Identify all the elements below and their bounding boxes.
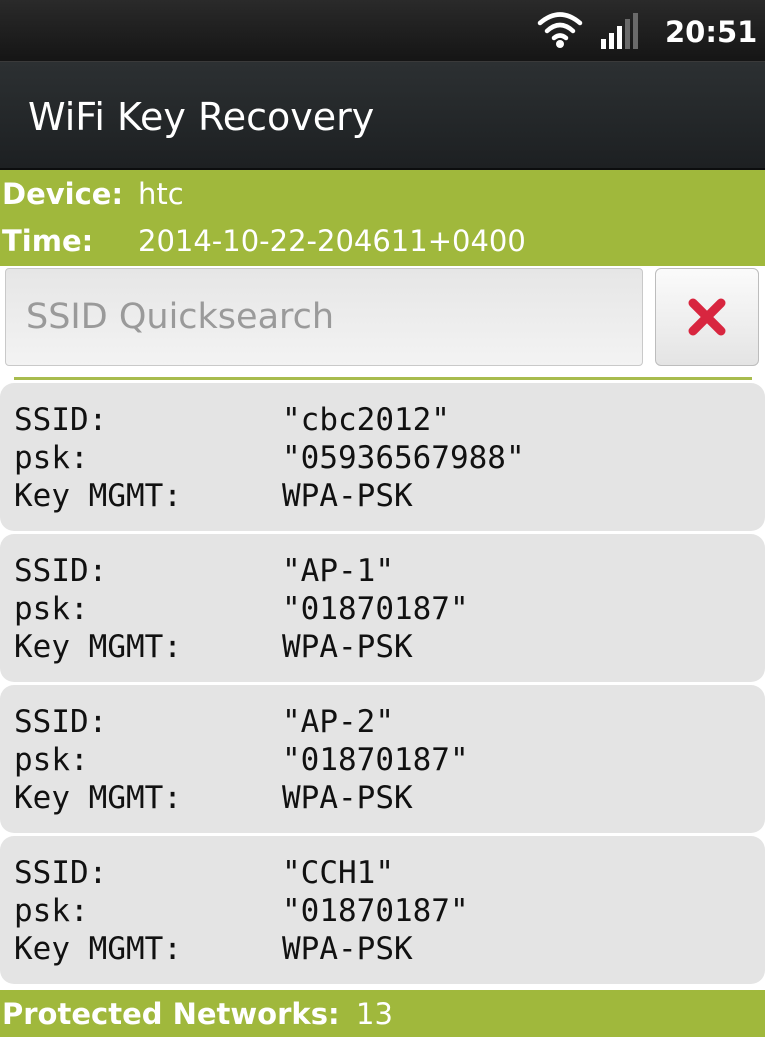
psk-value: "01870187" — [282, 742, 469, 778]
key-mgmt-value: WPA-PSK — [282, 931, 413, 967]
ssid-value: "cbc2012" — [282, 402, 450, 438]
signal-icon — [601, 13, 638, 49]
ssid-value: "AP-1" — [282, 553, 394, 589]
key-mgmt-label: Key MGMT: — [14, 931, 182, 967]
time-label: Time: — [2, 224, 94, 258]
device-value: htc — [138, 177, 184, 211]
key-mgmt-label: Key MGMT: — [14, 629, 182, 665]
psk-value: "01870187" — [282, 893, 469, 929]
clear-search-button[interactable] — [655, 268, 759, 366]
ssid-value: "CCH1" — [282, 855, 394, 891]
network-list[interactable]: SSID: "cbc2012" psk: "05936567988" Key M… — [0, 383, 765, 988]
psk-label: psk: — [14, 591, 89, 627]
wifi-icon — [537, 12, 583, 48]
time-value: 2014-10-22-204611+0400 — [138, 224, 526, 258]
psk-value: "01870187" — [282, 591, 469, 627]
status-bar: 20:51 — [0, 0, 765, 62]
app-title: WiFi Key Recovery — [28, 95, 375, 139]
ssid-label: SSID: — [14, 402, 108, 438]
ssid-value: "AP-2" — [282, 704, 394, 740]
ssid-search-input[interactable] — [5, 268, 643, 366]
psk-label: psk: — [14, 742, 89, 778]
protected-networks-label: Protected Networks: — [2, 997, 340, 1031]
search-row — [0, 266, 765, 380]
ssid-label: SSID: — [14, 855, 108, 891]
key-mgmt-value: WPA-PSK — [282, 780, 413, 816]
network-card[interactable]: SSID: "AP-2" psk: "01870187" Key MGMT: W… — [0, 685, 765, 833]
key-mgmt-label: Key MGMT: — [14, 780, 182, 816]
protected-networks-count: 13 — [356, 997, 393, 1031]
psk-label: psk: — [14, 893, 89, 929]
key-mgmt-value: WPA-PSK — [282, 629, 413, 665]
ssid-label: SSID: — [14, 704, 108, 740]
app-title-bar: WiFi Key Recovery — [0, 62, 765, 170]
psk-label: psk: — [14, 440, 89, 476]
search-divider — [14, 377, 752, 380]
network-card[interactable]: SSID: "AP-1" psk: "01870187" Key MGMT: W… — [0, 534, 765, 682]
network-card[interactable]: SSID: "CCH1" psk: "01870187" Key MGMT: W… — [0, 836, 765, 984]
key-mgmt-value: WPA-PSK — [282, 478, 413, 514]
key-mgmt-label: Key MGMT: — [14, 478, 182, 514]
status-clock: 20:51 — [665, 15, 758, 49]
network-card[interactable]: SSID: "cbc2012" psk: "05936567988" Key M… — [0, 383, 765, 531]
psk-value: "05936567988" — [282, 440, 525, 476]
protected-networks-footer: Protected Networks: 13 — [0, 990, 765, 1037]
close-icon — [688, 298, 726, 336]
device-label: Device: — [2, 177, 124, 211]
device-info-panel: Device: htc Time: 2014-10-22-204611+0400 — [0, 170, 765, 266]
ssid-label: SSID: — [14, 553, 108, 589]
